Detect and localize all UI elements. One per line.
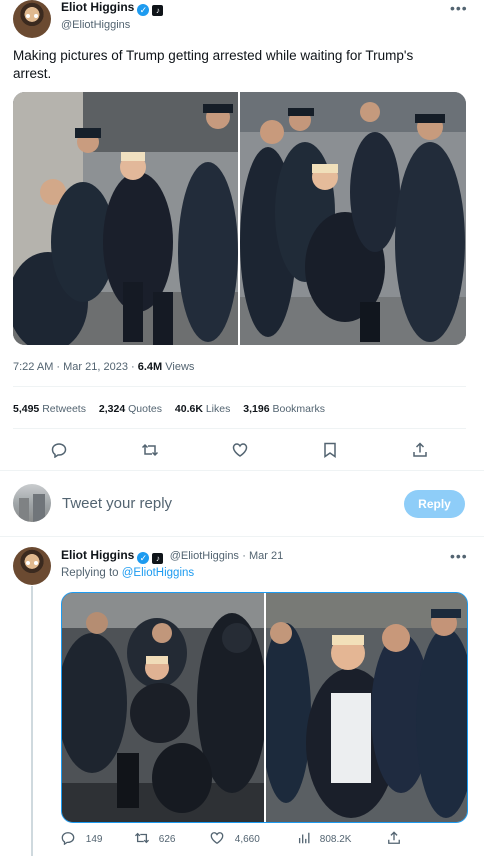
stats-row: 5,495 Retweets 2,324 Quotes 40.6K Likes … [13, 403, 325, 415]
more-options-icon[interactable]: ••• [450, 0, 468, 16]
reply-icon [61, 832, 75, 845]
like-count: 4,660 [234, 834, 260, 845]
reply-action-retweet[interactable]: 626 [134, 831, 175, 845]
thread-line [31, 586, 33, 856]
divider [13, 386, 466, 387]
tweet-timestamp[interactable]: 7:22 AM · Mar 21, 2023 · 6.4M Views [13, 361, 194, 373]
stat-retweets-count: 5,495 [13, 403, 40, 415]
stat-bookmarks[interactable]: 3,196 Bookmarks [243, 403, 325, 415]
reply-count: 149 [85, 834, 103, 845]
reply-media [61, 592, 468, 823]
author-avatar[interactable] [13, 0, 51, 38]
author-info: Eliot Higgins ✓ ♪ @EliotHiggins [61, 0, 164, 31]
replying-to-prefix: Replying to [61, 567, 119, 579]
tweet-time[interactable]: 7:22 AM [13, 361, 53, 373]
stat-retweets[interactable]: 5,495 Retweets [13, 403, 86, 415]
retweet-count: 626 [158, 834, 176, 845]
stat-likes[interactable]: 40.6K Likes [175, 403, 230, 415]
divider [13, 428, 466, 429]
tweet-photo-1[interactable] [13, 92, 238, 345]
author-handle[interactable]: @EliotHiggins [61, 19, 163, 31]
views-count: 6.4M [137, 361, 163, 373]
reply-photo-1[interactable] [62, 593, 264, 822]
stat-quotes-count: 2,324 [98, 403, 126, 415]
replying-to-handle[interactable]: @EliotHiggins [122, 567, 194, 579]
reply-action-reply[interactable]: 149 [61, 831, 102, 845]
divider [0, 536, 484, 537]
retweet-icon[interactable] [141, 442, 159, 458]
tweet-photo-2[interactable] [240, 92, 466, 345]
tweet-text: Making pictures of Trump getting arreste… [13, 48, 414, 81]
more-options-icon[interactable]: ••• [450, 548, 468, 564]
tweet-media [13, 92, 466, 345]
stat-bookmarks-label: Bookmarks [272, 403, 325, 415]
bookmark-icon[interactable] [323, 442, 337, 458]
reply-date[interactable]: · Mar 21 [242, 550, 283, 562]
reply-author-name[interactable]: Eliot Higgins [61, 548, 134, 562]
reply-author-row: Eliot Higgins ✓ ♪ @EliotHiggins · Mar 21 [61, 548, 283, 564]
reply-author-handle[interactable]: @EliotHiggins [170, 550, 239, 562]
reply-action-views[interactable]: 808.2K [297, 831, 351, 845]
stat-quotes[interactable]: 2,324 Quotes [99, 403, 162, 415]
author-name-row[interactable]: Eliot Higgins ✓ ♪ [61, 0, 164, 16]
share-icon [388, 831, 400, 844]
stat-bookmarks-count: 3,196 [243, 403, 270, 415]
reply-action-share[interactable] [387, 831, 401, 845]
replying-to: Replying to @EliotHiggins [61, 567, 194, 579]
retweet-icon [134, 832, 150, 844]
like-icon[interactable] [232, 442, 248, 458]
verified-badge-icon: ✓ [137, 552, 150, 564]
affiliate-badge-icon: ♪ [152, 5, 164, 16]
reply-button[interactable]: Reply [404, 490, 465, 518]
tweet-date[interactable]: Mar 21, 2023 [63, 361, 128, 373]
stat-likes-count: 40.6K [174, 403, 203, 415]
stat-quotes-label: Quotes [128, 403, 162, 415]
affiliate-badge-icon: ♪ [152, 553, 164, 564]
views-label: Views [165, 361, 195, 373]
views-icon [298, 832, 310, 844]
stat-likes-label: Likes [205, 403, 231, 415]
author-name[interactable]: Eliot Higgins [61, 0, 134, 14]
like-icon [210, 832, 224, 845]
reply-input[interactable]: Tweet your reply [62, 495, 382, 512]
reply-author-avatar[interactable] [13, 547, 51, 585]
share-icon[interactable] [412, 442, 428, 458]
stat-retweets-label: Retweets [42, 403, 86, 415]
current-user-avatar[interactable] [13, 484, 51, 522]
views-count-reply: 808.2K [319, 834, 352, 845]
reply-icon[interactable] [51, 442, 67, 458]
reply-photo-2[interactable] [266, 593, 467, 822]
verified-badge-icon: ✓ [137, 4, 150, 16]
divider [0, 470, 484, 471]
reply-action-like[interactable]: 4,660 [210, 831, 260, 845]
